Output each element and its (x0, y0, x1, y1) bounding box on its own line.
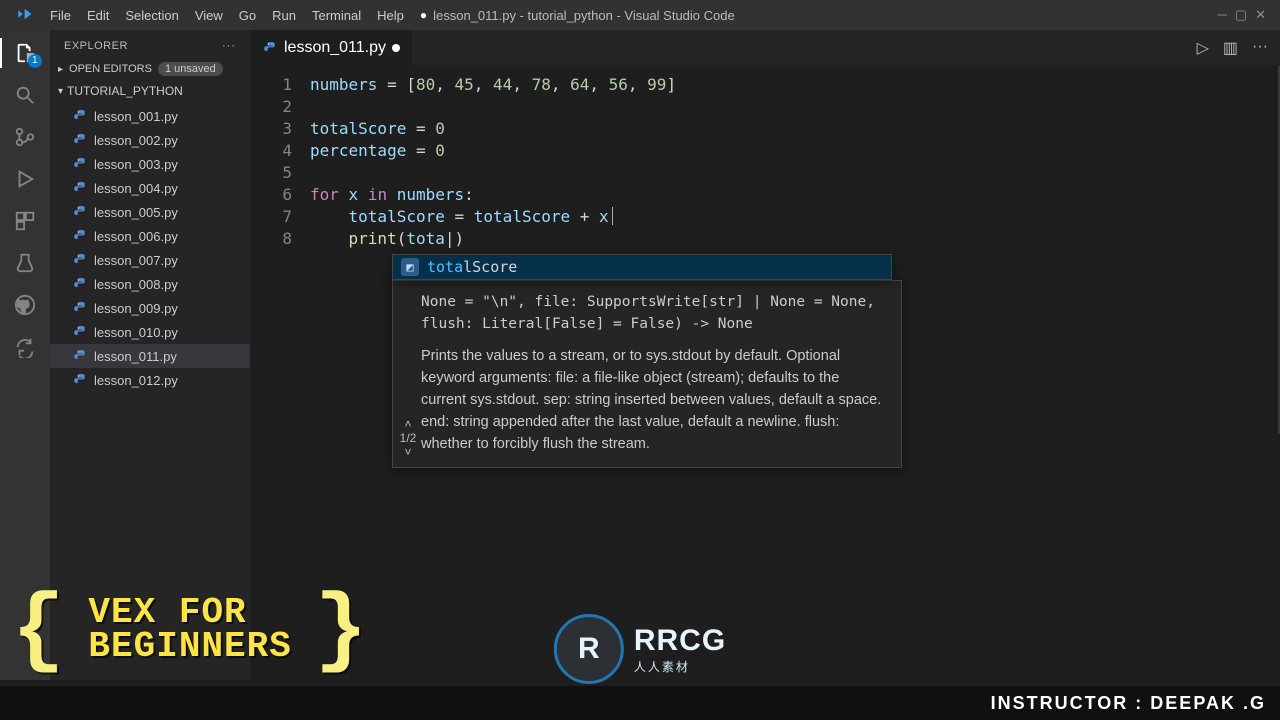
search-icon[interactable] (10, 80, 40, 110)
file-item[interactable]: lesson_009.py (50, 296, 250, 320)
tab-bar: lesson_011.py ▷ ▥ ··· (250, 30, 1280, 66)
file-name: lesson_010.py (94, 325, 178, 340)
github-icon[interactable] (10, 290, 40, 320)
suggest-rest: lScore (463, 258, 517, 276)
file-item[interactable]: lesson_002.py (50, 128, 250, 152)
file-item[interactable]: lesson_012.py (50, 368, 250, 392)
line-gutter: 12345678 (250, 66, 298, 680)
extensions-icon[interactable] (10, 206, 40, 236)
doc-text: Prints the values to a stream, or to sys… (421, 345, 887, 455)
python-file-icon (72, 276, 88, 292)
variable-kind-icon: ◩ (401, 258, 419, 276)
testing-icon[interactable] (10, 248, 40, 278)
file-item[interactable]: lesson_011.py (50, 344, 250, 368)
file-name: lesson_008.py (94, 277, 178, 292)
folder-name[interactable]: TUTORIAL_PYTHON (67, 84, 183, 98)
python-file-icon (72, 324, 88, 340)
file-name: lesson_012.py (94, 373, 178, 388)
file-item[interactable]: lesson_005.py (50, 200, 250, 224)
file-item[interactable]: lesson_003.py (50, 152, 250, 176)
python-file-icon (72, 372, 88, 388)
file-name: lesson_011.py (94, 349, 177, 364)
window-title-text: lesson_011.py - tutorial_python - Visual… (433, 8, 735, 23)
python-file-icon (72, 156, 88, 172)
run-icon[interactable]: ▷ (1197, 38, 1209, 58)
file-name: lesson_005.py (94, 205, 178, 220)
file-name: lesson_002.py (94, 133, 178, 148)
more-icon[interactable]: ··· (222, 40, 236, 52)
python-file-icon (72, 108, 88, 124)
python-file-icon (72, 228, 88, 244)
python-file-icon (72, 180, 88, 196)
editor-tab[interactable]: lesson_011.py (250, 30, 412, 65)
file-item[interactable]: lesson_007.py (50, 248, 250, 272)
minimize-icon[interactable]: ─ (1218, 7, 1227, 23)
suggest-match: tota (427, 258, 463, 276)
python-file-icon (72, 132, 88, 148)
unsaved-badge: 1 unsaved (158, 62, 223, 76)
suggest-item[interactable]: ◩ totalScore (393, 255, 891, 279)
activity-bar: 1 (0, 30, 50, 680)
file-item[interactable]: lesson_006.py (50, 224, 250, 248)
python-file-icon (262, 40, 278, 56)
editor-area: lesson_011.py ▷ ▥ ··· 12345678 numbers =… (250, 30, 1280, 680)
split-editor-icon[interactable]: ▥ (1223, 38, 1238, 58)
intellisense-suggest[interactable]: ◩ totalScore (392, 254, 892, 280)
file-item[interactable]: lesson_004.py (50, 176, 250, 200)
menu-terminal[interactable]: Terminal (304, 8, 369, 23)
source-control-icon[interactable] (10, 122, 40, 152)
python-file-icon (72, 300, 88, 316)
minimap[interactable] (1268, 66, 1280, 680)
file-list: lesson_001.py lesson_002.py lesson_003.pyl… (50, 102, 250, 394)
explorer-badge: 1 (28, 54, 42, 68)
signature-help-box: None = "\n", file: SupportsWrite[str] | … (392, 280, 902, 468)
menu-bar: File Edit Selection View Go Run Terminal… (0, 0, 1280, 30)
tab-label: lesson_011.py (284, 39, 386, 57)
file-name: lesson_009.py (94, 301, 178, 316)
tab-dirty-icon (392, 44, 400, 52)
file-name: lesson_004.py (94, 181, 178, 196)
chevron-right-icon[interactable]: ▸ (58, 64, 63, 75)
tab-more-icon[interactable]: ··· (1252, 38, 1268, 58)
python-file-icon (72, 252, 88, 268)
signature-text: None = "\n", file: SupportsWrite[str] | … (421, 291, 887, 335)
window-title: ● lesson_011.py - tutorial_python - Visu… (420, 8, 735, 23)
sidebar-title: EXPLORER (64, 40, 128, 52)
python-file-icon (72, 348, 88, 364)
signature-nav[interactable]: ˄ 1/2 ˅ (399, 417, 417, 459)
file-name: lesson_007.py (94, 253, 178, 268)
file-name: lesson_003.py (94, 157, 178, 172)
menu-run[interactable]: Run (264, 8, 304, 23)
menu-help[interactable]: Help (369, 8, 412, 23)
menu-view[interactable]: View (187, 8, 231, 23)
open-editors-label[interactable]: OPEN EDITORS (69, 63, 152, 75)
menu-selection[interactable]: Selection (117, 8, 186, 23)
window-controls: ─ ▢ ✕ (1218, 7, 1272, 23)
run-debug-icon[interactable] (10, 164, 40, 194)
editor-body[interactable]: 12345678 numbers = [80, 45, 44, 78, 64, … (250, 66, 1280, 680)
nav-position: 1/2 (399, 431, 417, 445)
menu-file[interactable]: File (42, 8, 79, 23)
file-item[interactable]: lesson_008.py (50, 272, 250, 296)
close-icon[interactable]: ✕ (1255, 7, 1266, 23)
file-name: lesson_006.py (94, 229, 178, 244)
python-file-icon (72, 204, 88, 220)
dirty-indicator-icon: ● (420, 8, 427, 22)
sidebar: EXPLORER ··· ▸ OPEN EDITORS 1 unsaved ▾ … (50, 30, 250, 680)
sync-icon[interactable] (10, 332, 40, 362)
menu-go[interactable]: Go (231, 8, 264, 23)
file-name: lesson_001.py (94, 109, 178, 124)
file-item[interactable]: lesson_001.py (50, 104, 250, 128)
nav-up-icon[interactable]: ˄ (399, 417, 417, 431)
nav-down-icon[interactable]: ˅ (399, 445, 417, 459)
instructor-label: INSTRUCTOR : DEEPAK .G (991, 693, 1266, 714)
menu-edit[interactable]: Edit (79, 8, 117, 23)
file-item[interactable]: lesson_010.py (50, 320, 250, 344)
maximize-icon[interactable]: ▢ (1235, 7, 1247, 23)
vscode-logo (8, 5, 42, 26)
bottom-bar: INSTRUCTOR : DEEPAK .G (0, 686, 1280, 720)
chevron-down-icon[interactable]: ▾ (58, 86, 63, 97)
